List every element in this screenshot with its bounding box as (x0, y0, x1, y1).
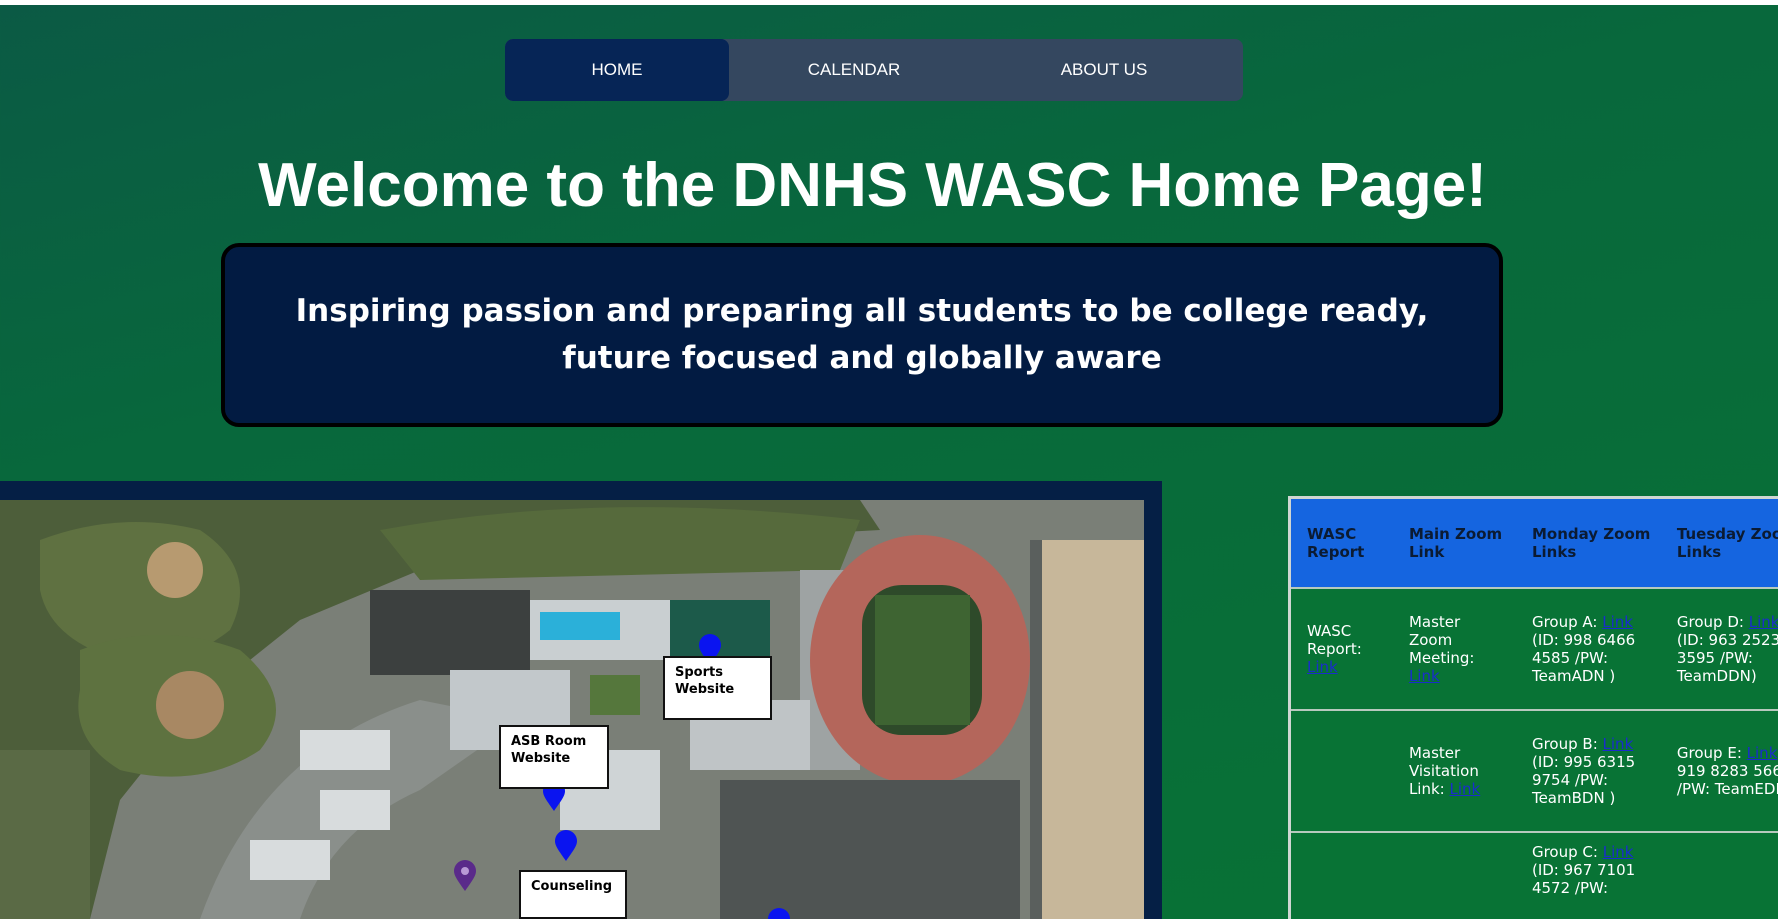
cell-text: (ID: 998 6466 4585 /PW: TeamADN ) (1531, 631, 1636, 685)
group-a-link[interactable]: Link (1602, 613, 1633, 631)
nav-home[interactable]: HOME (505, 39, 729, 101)
group-e-link[interactable]: Link (1747, 744, 1778, 762)
group-d-link[interactable]: Link (1749, 613, 1778, 631)
table-cell (1291, 709, 1393, 832)
mission-statement: Inspiring passion and preparing all stud… (295, 293, 1429, 376)
cell-text: Master Zoom Meeting: (1408, 613, 1475, 667)
table-row: WASC Report: Link Master Zoom Meeting: L… (1291, 587, 1778, 710)
table-cell: Group C: Link (ID: 967 7101 4572 /PW: (1515, 831, 1661, 919)
cell-text: Group E: (1676, 744, 1742, 762)
sports-website-label[interactable]: Sports Website (663, 656, 772, 720)
cell-text: Group B: (1531, 735, 1598, 753)
table-cell: Master Zoom Meeting: Link (1392, 587, 1516, 710)
cell-text: Group A: (1531, 613, 1598, 631)
header-monday-zoom-links: Monday Zoom Links (1515, 499, 1661, 588)
master-visitation-link[interactable]: Link (1450, 780, 1481, 798)
table-row: Group C: Link (ID: 967 7101 4572 /PW: (1291, 831, 1778, 919)
cell-text: Group C: (1531, 843, 1598, 861)
campus-aerial-map: Sports Website ASB Room Website Counseli… (0, 500, 1144, 919)
zoom-links-table-container: WASC Report Main Zoom Link Monday Zoom L… (1288, 496, 1778, 919)
cell-text: (ID: 967 7101 4572 /PW: (1531, 861, 1636, 897)
nav-about-us[interactable]: ABOUT US (979, 39, 1229, 101)
campus-map-frame: Sports Website ASB Room Website Counseli… (0, 481, 1162, 919)
table-cell (1392, 831, 1516, 919)
zoom-links-table: WASC Report Main Zoom Link Monday Zoom L… (1291, 499, 1778, 919)
cell-text: Group D: (1676, 613, 1744, 631)
cell-text: (ID: 995 6315 9754 /PW: TeamBDN ) (1531, 753, 1636, 807)
header-main-zoom-link: Main Zoom Link (1392, 499, 1516, 588)
group-b-link[interactable]: Link (1603, 735, 1634, 753)
table-cell (1660, 831, 1778, 919)
counseling-location-pin-icon[interactable] (553, 830, 579, 862)
table-cell: Master Visitation Link: Link (1392, 709, 1516, 832)
wasc-report-link[interactable]: Link (1307, 658, 1338, 676)
nav-calendar[interactable]: CALENDAR (729, 39, 979, 101)
table-cell: Group E: Link (ID: 919 8283 5666 /PW: Te… (1660, 709, 1778, 832)
header-tuesday-zoom-links: Tuesday Zoom Links (1660, 499, 1778, 588)
table-cell: Group D: Link (ID: 963 2523 3595 /PW: Te… (1660, 587, 1778, 710)
table-cell: Group A: Link (ID: 998 6466 4585 /PW: Te… (1515, 587, 1661, 710)
table-row: Master Visitation Link: Link Group B: Li… (1291, 709, 1778, 832)
table-header-row: WASC Report Main Zoom Link Monday Zoom L… (1291, 499, 1778, 588)
table-cell (1291, 831, 1393, 919)
master-zoom-meeting-link[interactable]: Link (1409, 667, 1440, 685)
table-cell: WASC Report: Link (1291, 587, 1393, 710)
header-wasc-report: WASC Report (1291, 499, 1393, 588)
asb-room-website-label[interactable]: ASB Room Website (499, 725, 609, 789)
location-pin-purple-icon[interactable] (452, 860, 478, 892)
top-strip (0, 0, 1778, 5)
page-title: Welcome to the DNHS WASC Home Page! (258, 151, 1487, 220)
cell-text: WASC Report: (1307, 622, 1362, 658)
group-c-link[interactable]: Link (1603, 843, 1634, 861)
mission-banner: Inspiring passion and preparing all stud… (221, 243, 1503, 427)
table-cell: Group B: Link (ID: 995 6315 9754 /PW: Te… (1515, 709, 1661, 832)
counseling-label[interactable]: Counseling (519, 870, 627, 919)
location-pin-bottom-icon[interactable] (766, 908, 792, 919)
main-nav: HOME CALENDAR ABOUT US (505, 39, 1243, 101)
cell-text: (ID: 963 2523 3595 /PW: TeamDDN) (1676, 631, 1778, 685)
